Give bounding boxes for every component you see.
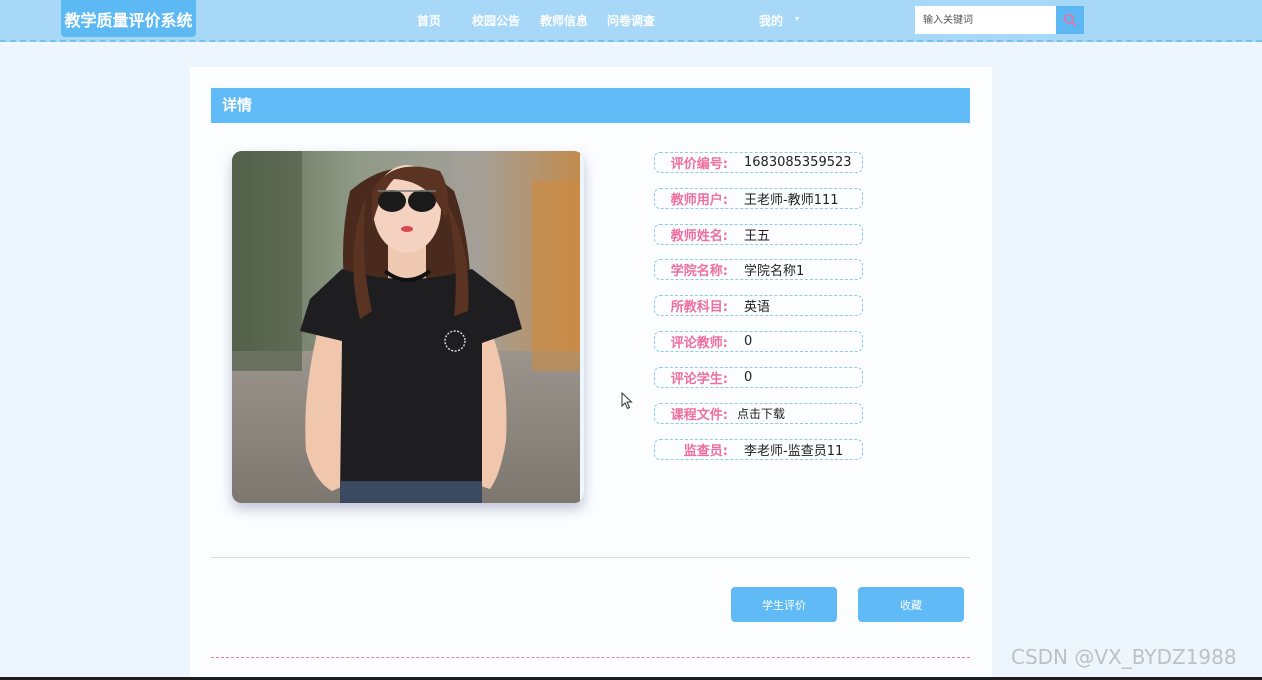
field-value: 学院名称1 xyxy=(744,264,805,279)
nav-campus-notice[interactable]: 校园公告 xyxy=(472,12,520,30)
search-icon xyxy=(1064,14,1077,27)
site-logo[interactable]: 教学质量评价系统 xyxy=(61,0,196,37)
field-value: 0 xyxy=(744,370,753,385)
teacher-photo xyxy=(232,151,584,503)
student-evaluate-button[interactable]: 学生评价 xyxy=(731,587,837,622)
field-eval-id: 评价编号: 1683085359523 xyxy=(654,152,863,173)
field-teacher-account: 教师用户: 王老师-教师111 xyxy=(654,188,863,209)
search-button[interactable] xyxy=(1056,6,1084,34)
chevron-down-icon[interactable]: ▾ xyxy=(795,14,799,23)
nav-home[interactable]: 首页 xyxy=(417,12,441,30)
field-subject: 所教科目: 英语 xyxy=(654,295,863,316)
nav-teacher-info[interactable]: 教师信息 xyxy=(540,12,588,30)
watermark: CSDN @VX_BYDZ1988 xyxy=(1011,645,1237,669)
field-value: 1683085359523 xyxy=(744,155,852,170)
field-label: 评价编号: xyxy=(670,157,728,172)
mouse-cursor-icon xyxy=(621,392,633,410)
field-value: 王老师-教师111 xyxy=(744,193,839,208)
field-value: 王五 xyxy=(744,229,771,244)
bottom-divider xyxy=(211,657,970,658)
field-label: 教师姓名: xyxy=(670,229,728,244)
field-course-file: 课程文件: 点击下载 xyxy=(654,403,863,424)
field-value: 0 xyxy=(744,334,753,349)
field-label: 所教科目: xyxy=(670,300,728,315)
detail-card: 详情 评价编号: 1683085359523 教师用户: 王老师-教师111 教… xyxy=(190,67,992,680)
favorite-button[interactable]: 收藏 xyxy=(858,587,964,622)
field-label: 评论教师: xyxy=(670,336,728,351)
field-value: 英语 xyxy=(744,300,771,315)
field-label: 学院名称: xyxy=(670,264,728,279)
nav-mine-menu[interactable]: 我的 xyxy=(759,12,783,30)
field-inspector: 监查员: 李老师-监查员11 xyxy=(654,439,863,460)
field-label: 监查员: xyxy=(683,444,728,459)
field-label: 评论学生: xyxy=(670,372,728,387)
section-title: 详情 xyxy=(211,88,970,123)
top-navbar: 教学质量评价系统 首页 校园公告 教师信息 问卷调查 我的 ▾ xyxy=(0,0,1262,42)
field-value: 李老师-监查员11 xyxy=(744,444,844,459)
field-college-name: 学院名称: 学院名称1 xyxy=(654,259,863,280)
field-teacher-name: 教师姓名: 王五 xyxy=(654,224,863,245)
search-input[interactable] xyxy=(915,6,1056,34)
divider xyxy=(211,557,970,558)
download-link[interactable]: 点击下载 xyxy=(737,405,785,422)
field-student-comments: 评论学生: 0 xyxy=(654,367,863,388)
field-label: 教师用户: xyxy=(670,193,728,208)
field-label: 课程文件: xyxy=(670,408,728,423)
nav-survey[interactable]: 问卷调查 xyxy=(607,12,655,30)
field-teacher-comments: 评论教师: 0 xyxy=(654,331,863,352)
